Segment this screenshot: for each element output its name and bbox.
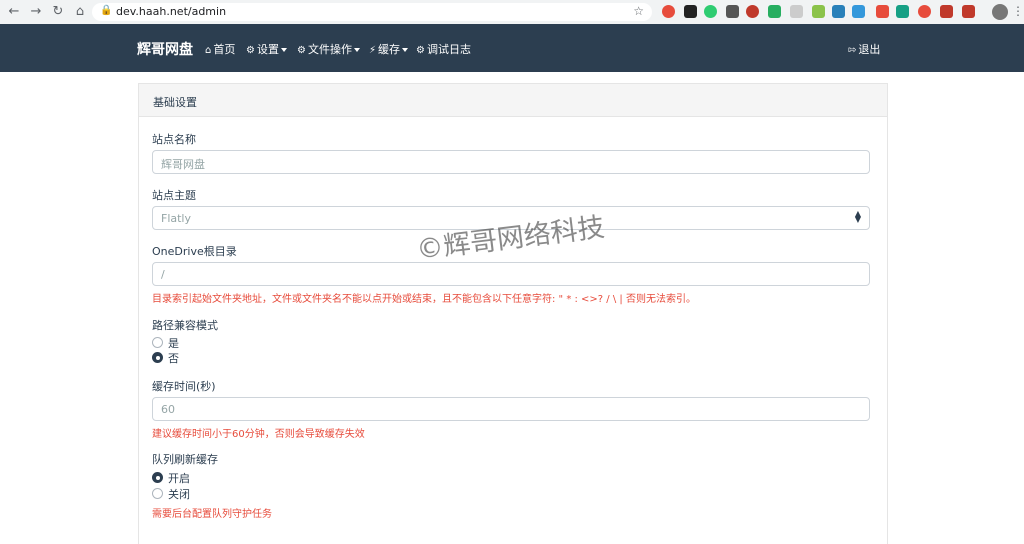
reload-icon[interactable]: ↻ [50, 4, 66, 20]
sign-out-icon: ⇰ [848, 45, 857, 56]
path-compat-radio-no[interactable] [152, 352, 163, 363]
site-name-label: 站点名称 [152, 133, 196, 146]
nav-item-debug-log[interactable]: ⚙ 调试日志 [416, 41, 471, 57]
home-page-icon[interactable]: ⌂ [72, 4, 88, 20]
nav-item-home[interactable]: ⌂ 首页 [205, 41, 235, 57]
url-text: dev.haah.net/admin [116, 5, 227, 18]
nav-item-file-ops[interactable]: ⚙ 文件操作 [297, 41, 360, 57]
menu-more-icon[interactable]: ⋮ [1012, 4, 1024, 18]
cache-time-input[interactable]: 60 [152, 397, 870, 421]
path-compat-option-yes[interactable]: 是 [168, 335, 179, 351]
address-bar[interactable]: 🔒 dev.haah.net/admin ☆ [92, 3, 652, 21]
site-name-placeholder: 辉哥网盘 [161, 158, 205, 171]
queue-refresh-help: 需要后台配置队列守护任务 [152, 509, 272, 520]
extension-icon[interactable] [704, 5, 717, 18]
queue-refresh-option-on[interactable]: 开启 [168, 470, 190, 486]
nav-item-label: 设置 [256, 43, 279, 56]
extension-icon[interactable] [896, 5, 909, 18]
cache-time-placeholder: 60 [161, 403, 175, 416]
extension-icon[interactable] [876, 5, 889, 18]
onedrive-root-label: OneDrive根目录 [152, 245, 237, 258]
site-theme-label: 站点主题 [152, 189, 196, 202]
extension-icon[interactable] [918, 5, 931, 18]
chevron-down-icon [353, 48, 360, 52]
bookmark-star-icon[interactable]: ☆ [633, 4, 644, 18]
path-compat-label: 路径兼容模式 [152, 319, 218, 332]
bolt-icon: ⚡ [369, 45, 377, 56]
cache-time-help: 建议缓存时间小于60分钟，否则会导致缓存失效 [152, 429, 365, 440]
card-header: 基础设置 [139, 84, 887, 117]
onedrive-root-help: 目录索引起始文件夹地址，文件或文件夹名不能以点开始或结束，且不能包含以下任意字符… [152, 294, 696, 305]
path-compat-radio-yes[interactable] [152, 337, 163, 348]
extension-icon[interactable] [962, 5, 975, 18]
nav-item-settings[interactable]: ⚙ 设置 [246, 41, 287, 57]
queue-refresh-label: 队列刷新缓存 [152, 453, 218, 466]
nav-item-cache[interactable]: ⚡ 缓存 [369, 41, 409, 57]
nav-item-label: 调试日志 [426, 43, 471, 56]
card-title: 基础设置 [153, 96, 197, 109]
cache-time-label: 缓存时间(秒) [152, 380, 216, 393]
queue-refresh-radio-on[interactable] [152, 472, 163, 483]
extension-icon[interactable] [746, 5, 759, 18]
extension-icon[interactable] [768, 5, 781, 18]
extension-icon[interactable] [852, 5, 865, 18]
gear-icon: ⚙ [246, 45, 255, 56]
path-compat-option-no[interactable]: 否 [168, 350, 179, 366]
logout-link[interactable]: ⇰ 退出 [848, 41, 880, 57]
brand-logo[interactable]: 辉哥网盘 [137, 39, 193, 59]
onedrive-root-input[interactable]: / [152, 262, 870, 286]
site-theme-value: Flatly [161, 212, 192, 225]
site-name-input[interactable]: 辉哥网盘 [152, 150, 870, 174]
nav-item-label: 缓存 [378, 43, 401, 56]
queue-refresh-radio-off[interactable] [152, 488, 163, 499]
lock-icon: 🔒 [100, 5, 113, 16]
top-navbar: 辉哥网盘 ⌂ 首页 ⚙ 设置 ⚙ 文件操作 ⚡ 缓存 ⚙ 调试日志 ⇰ 退出 [0, 24, 1024, 72]
chevron-down-icon [280, 48, 287, 52]
extension-icon[interactable] [940, 5, 953, 18]
queue-refresh-option-off[interactable]: 关闭 [168, 486, 190, 502]
extension-icon[interactable] [812, 5, 825, 18]
logout-label: 退出 [858, 43, 881, 56]
extension-icon[interactable] [726, 5, 739, 18]
select-arrows-icon: ▲ ▼ [854, 209, 861, 224]
extension-icon[interactable] [790, 5, 803, 18]
forward-icon[interactable]: → [28, 4, 44, 20]
back-icon[interactable]: ← [6, 4, 22, 20]
browser-toolbar: ← → ↻ ⌂ 🔒 dev.haah.net/admin ☆ ⋮ [0, 0, 1024, 25]
home-icon: ⌂ [205, 45, 212, 56]
chevron-down-icon [402, 48, 409, 52]
profile-avatar[interactable] [992, 4, 1008, 20]
nav-item-label: 首页 [213, 43, 236, 56]
extension-icon[interactable] [662, 5, 675, 18]
onedrive-root-placeholder: / [161, 268, 165, 281]
gears-icon: ⚙ [297, 45, 306, 56]
nav-item-label: 文件操作 [307, 43, 352, 56]
extension-icon[interactable] [684, 5, 697, 18]
bug-icon: ⚙ [416, 45, 425, 56]
extension-icon[interactable] [832, 5, 845, 18]
